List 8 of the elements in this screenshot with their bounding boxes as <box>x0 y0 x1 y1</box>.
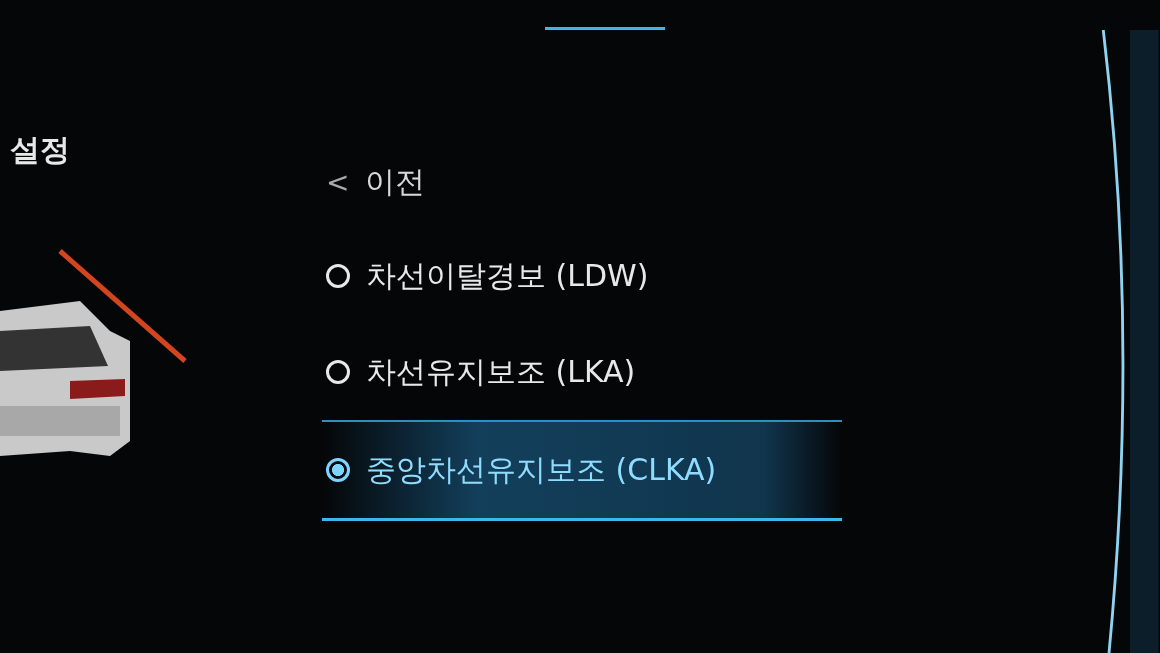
screen-title: 설정 <box>10 131 71 169</box>
lane-assist-option[interactable]: 차선유지보조 (LKA) <box>322 324 842 420</box>
radio-icon <box>326 264 350 288</box>
radio-icon <box>326 360 350 384</box>
lane-assist-option[interactable]: 중앙차선유지보조 (CLKA) <box>322 420 842 521</box>
back-button[interactable]: < 이전 <box>322 152 842 212</box>
lane-assist-option[interactable]: 차선이탈경보 (LDW) <box>322 228 842 324</box>
radio-icon <box>326 458 350 482</box>
